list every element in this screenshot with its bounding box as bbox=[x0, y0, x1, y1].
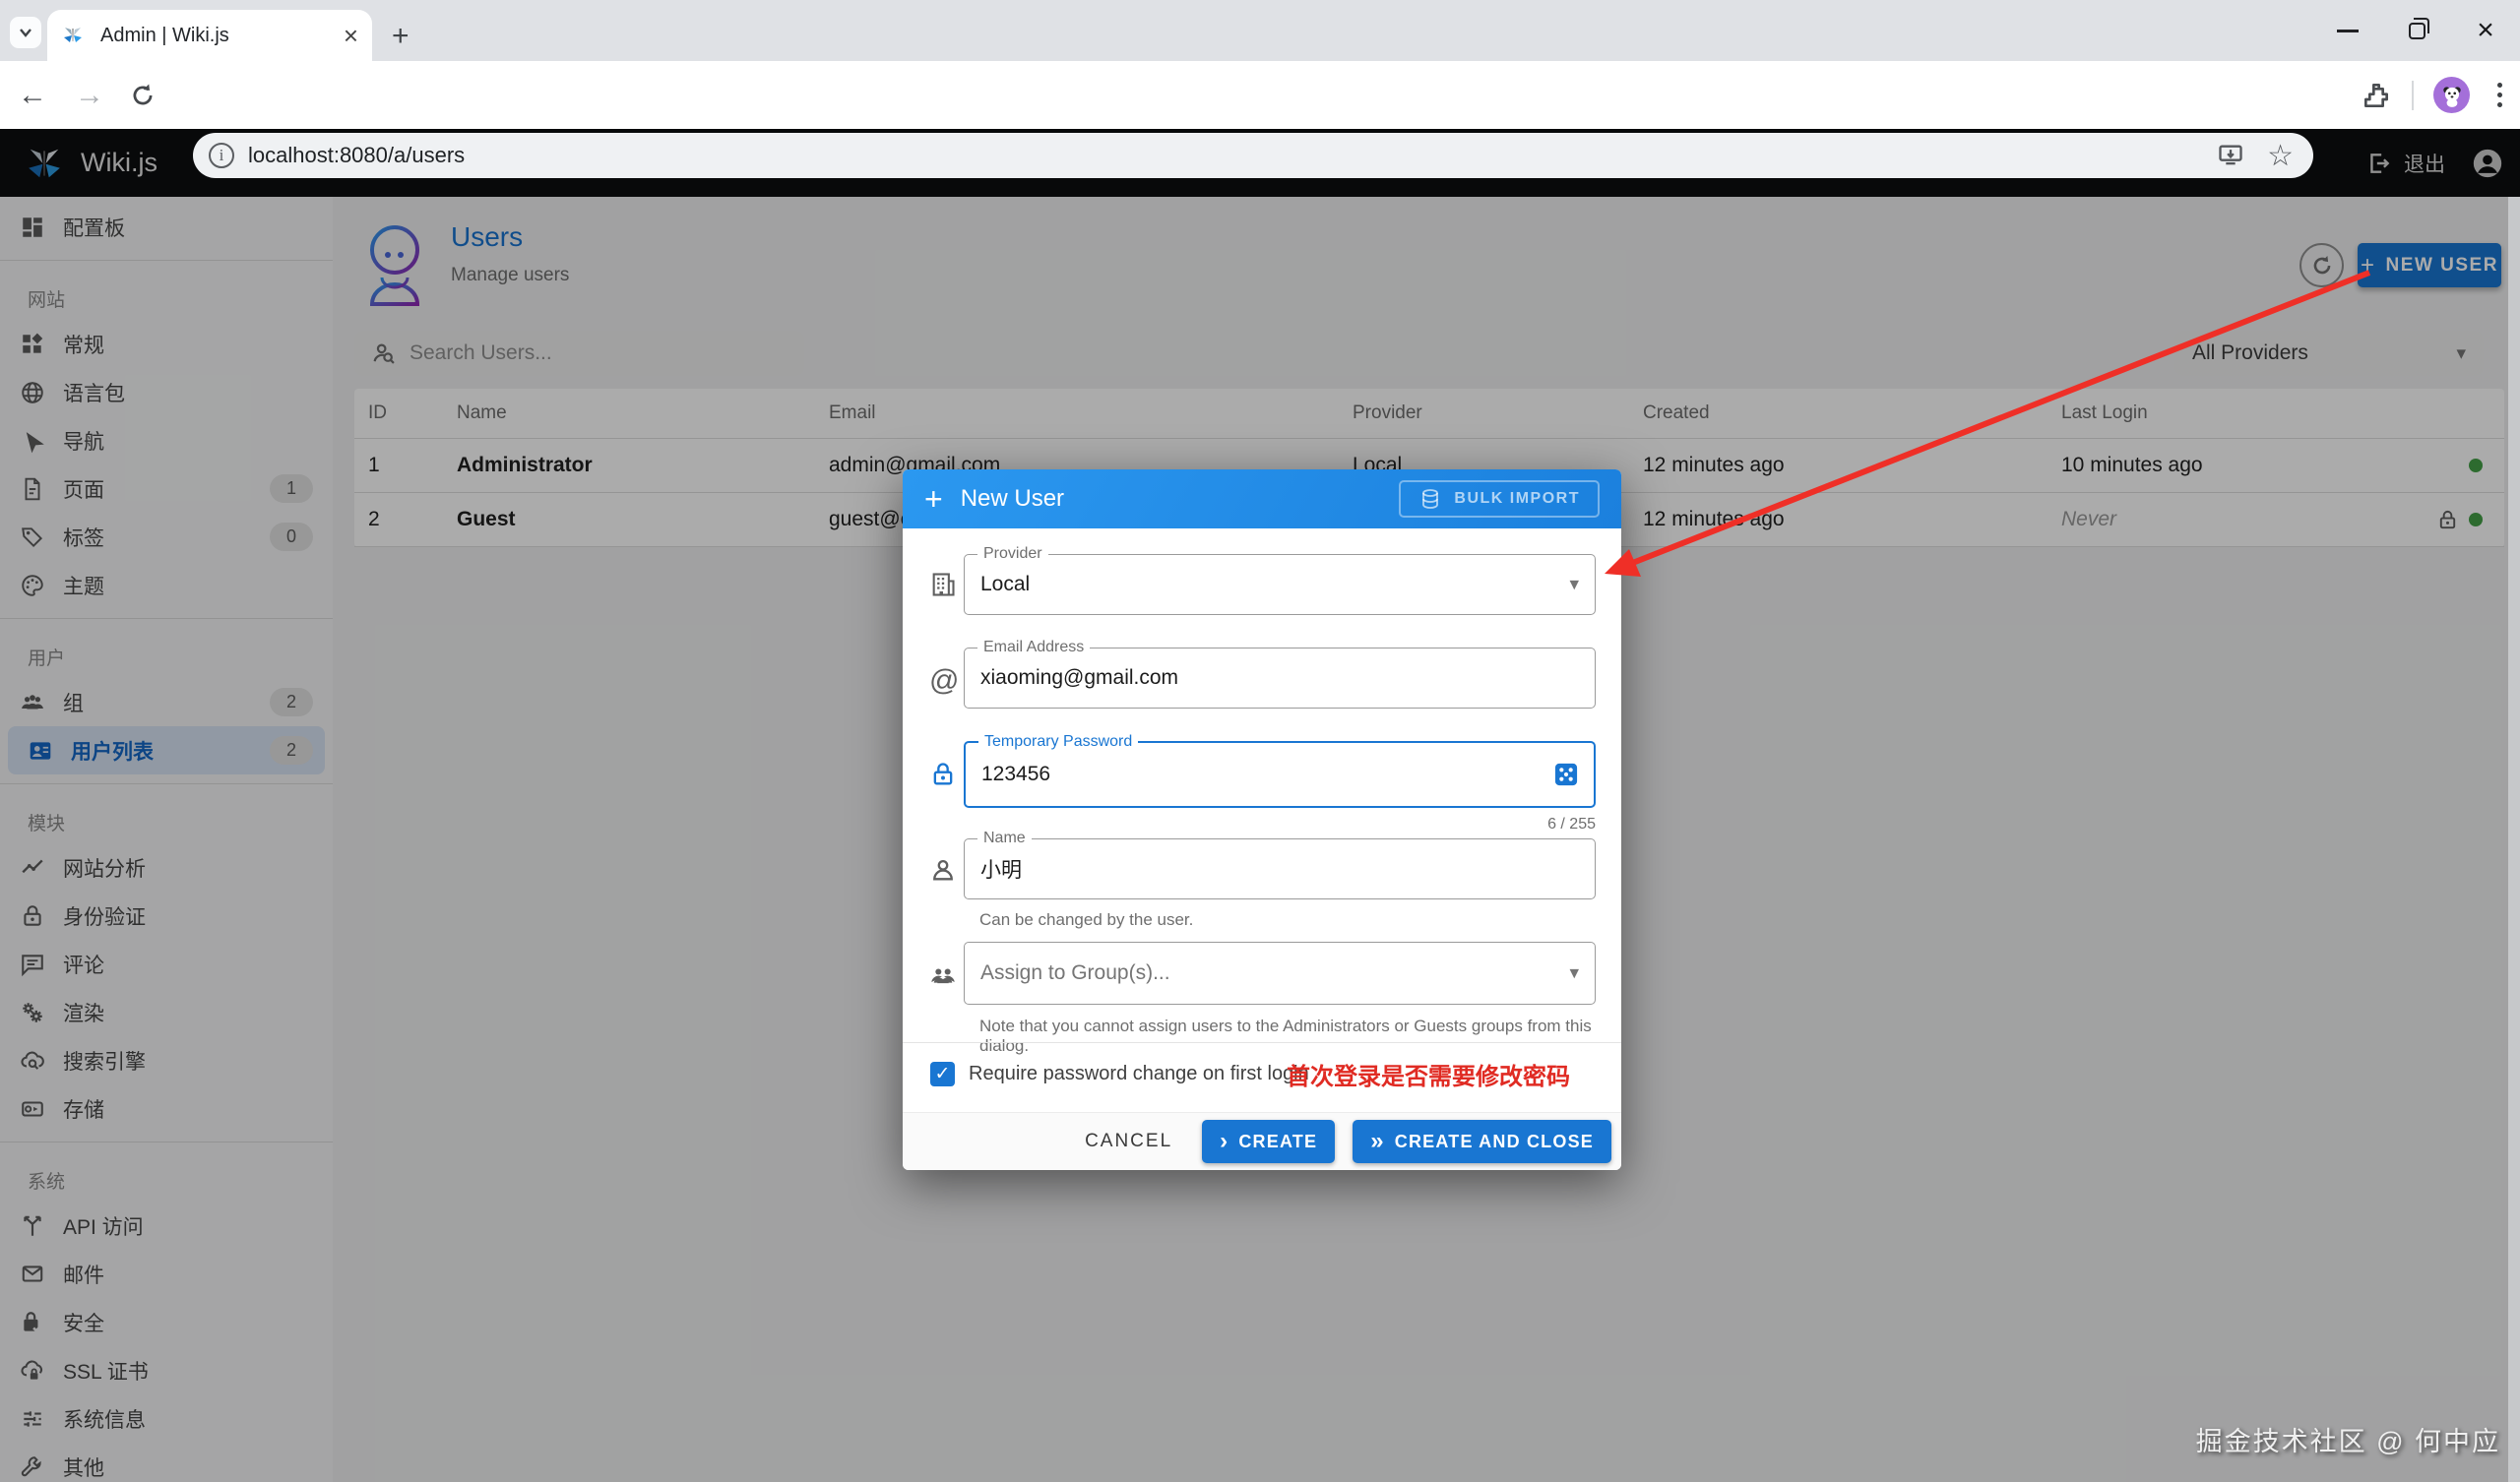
dialog-header: + New User BULK IMPORT bbox=[903, 469, 1621, 528]
require-password-change-label: Require password change on first login bbox=[969, 1063, 1309, 1085]
email-field[interactable]: Email Address bbox=[964, 648, 1596, 709]
create-and-close-label: CREATE AND CLOSE bbox=[1395, 1132, 1594, 1152]
bulk-import-button[interactable]: BULK IMPORT bbox=[1399, 480, 1600, 518]
panda-avatar-icon bbox=[2439, 83, 2465, 108]
dialog-footer: CANCEL › CREATE » CREATE AND CLOSE bbox=[903, 1112, 1621, 1170]
browser-menu-icon[interactable] bbox=[2489, 83, 2510, 107]
toolbar-separator bbox=[2412, 81, 2414, 110]
password-char-counter: 6 / 255 bbox=[1547, 816, 1596, 834]
new-user-dialog: + New User BULK IMPORT Provider ▾ @ Emai… bbox=[903, 469, 1621, 1170]
double-chevron-icon: » bbox=[1370, 1130, 1385, 1153]
temporary-password-field[interactable]: Temporary Password bbox=[964, 741, 1596, 808]
new-tab-button[interactable]: + bbox=[392, 22, 410, 51]
check-icon: ✓ bbox=[935, 1063, 951, 1085]
back-button[interactable]: ← bbox=[18, 81, 47, 110]
reload-button[interactable] bbox=[128, 81, 158, 110]
dialog-divider bbox=[903, 1042, 1621, 1043]
maximize-button[interactable] bbox=[2382, 0, 2451, 61]
tab-title: Admin | Wiki.js bbox=[100, 25, 336, 47]
lock-icon bbox=[929, 761, 957, 788]
group-icon bbox=[929, 961, 957, 989]
window-controls: × bbox=[2313, 0, 2520, 61]
create-and-close-button[interactable]: » CREATE AND CLOSE bbox=[1353, 1120, 1611, 1163]
email-field-input[interactable] bbox=[965, 648, 1595, 708]
password-field-input[interactable] bbox=[966, 743, 1594, 806]
database-icon bbox=[1418, 487, 1442, 511]
restore-icon bbox=[2409, 23, 2426, 39]
provider-field-input[interactable] bbox=[965, 555, 1595, 614]
office-building-icon bbox=[929, 571, 957, 598]
minimize-button[interactable] bbox=[2313, 0, 2382, 61]
tab-search-button[interactable] bbox=[10, 17, 41, 48]
browser-chrome: Admin | Wiki.js × + × ← → i localhost:80… bbox=[0, 0, 2520, 129]
wikijs-favicon bbox=[61, 24, 85, 47]
chevron-down-icon[interactable]: ▾ bbox=[1569, 574, 1579, 596]
name-field-hint: Can be changed by the user. bbox=[979, 910, 1193, 930]
bulk-import-label: BULK IMPORT bbox=[1454, 490, 1580, 508]
wikijs-app: Wiki.js 管理区 退出 配置板 网站 常规 语言包 导航 bbox=[0, 129, 2520, 1482]
chevron-down-icon bbox=[18, 25, 33, 40]
name-field[interactable]: Name bbox=[964, 838, 1596, 899]
chevron-right-icon: › bbox=[1220, 1130, 1228, 1153]
browser-toolbar: ← → i localhost:8080/a/users ☆ bbox=[0, 61, 2520, 129]
bookmark-star-icon[interactable]: ☆ bbox=[2267, 139, 2294, 173]
close-button[interactable]: × bbox=[2451, 0, 2520, 61]
url-text[interactable]: localhost:8080/a/users bbox=[248, 143, 465, 168]
extensions-icon[interactable] bbox=[2361, 80, 2392, 111]
dialog-title: New User bbox=[961, 485, 1064, 513]
provider-field[interactable]: Provider ▾ bbox=[964, 554, 1596, 615]
browser-profile-avatar[interactable] bbox=[2433, 77, 2470, 113]
forward-button[interactable]: → bbox=[75, 81, 104, 110]
tab-bar: Admin | Wiki.js × + × bbox=[0, 0, 2520, 61]
annotation-text: 首次登录是否需要修改密码 bbox=[1287, 1057, 1570, 1091]
name-field-input[interactable] bbox=[965, 839, 1595, 898]
reload-icon bbox=[128, 81, 158, 110]
tab-close-icon[interactable]: × bbox=[344, 23, 358, 48]
close-icon: × bbox=[2477, 16, 2494, 45]
plus-icon: + bbox=[924, 483, 943, 515]
browser-tab[interactable]: Admin | Wiki.js × bbox=[47, 10, 372, 61]
cancel-button[interactable]: CANCEL bbox=[1085, 1131, 1172, 1152]
person-icon bbox=[929, 856, 957, 884]
require-password-change-checkbox[interactable]: ✓ bbox=[930, 1062, 955, 1086]
page-scrollbar[interactable] bbox=[2508, 197, 2520, 1482]
create-button[interactable]: › CREATE bbox=[1202, 1120, 1335, 1163]
chevron-down-icon[interactable]: ▾ bbox=[1569, 962, 1579, 985]
watermark: 掘金技术社区 @ 何中应 bbox=[2196, 1420, 2500, 1458]
install-app-icon[interactable] bbox=[2216, 142, 2245, 169]
site-info-icon[interactable]: i bbox=[209, 143, 234, 168]
at-icon: @ bbox=[929, 664, 959, 698]
assign-groups-input[interactable] bbox=[965, 943, 1595, 1004]
assign-groups-note: Note that you cannot assign users to the… bbox=[979, 1017, 1621, 1056]
create-button-label: CREATE bbox=[1238, 1132, 1317, 1152]
minimize-icon bbox=[2337, 30, 2359, 32]
address-bar[interactable]: i localhost:8080/a/users ☆ bbox=[193, 133, 2313, 178]
assign-groups-field[interactable]: ▾ bbox=[964, 942, 1596, 1005]
dice-generate-password-icon[interactable] bbox=[1552, 761, 1580, 788]
